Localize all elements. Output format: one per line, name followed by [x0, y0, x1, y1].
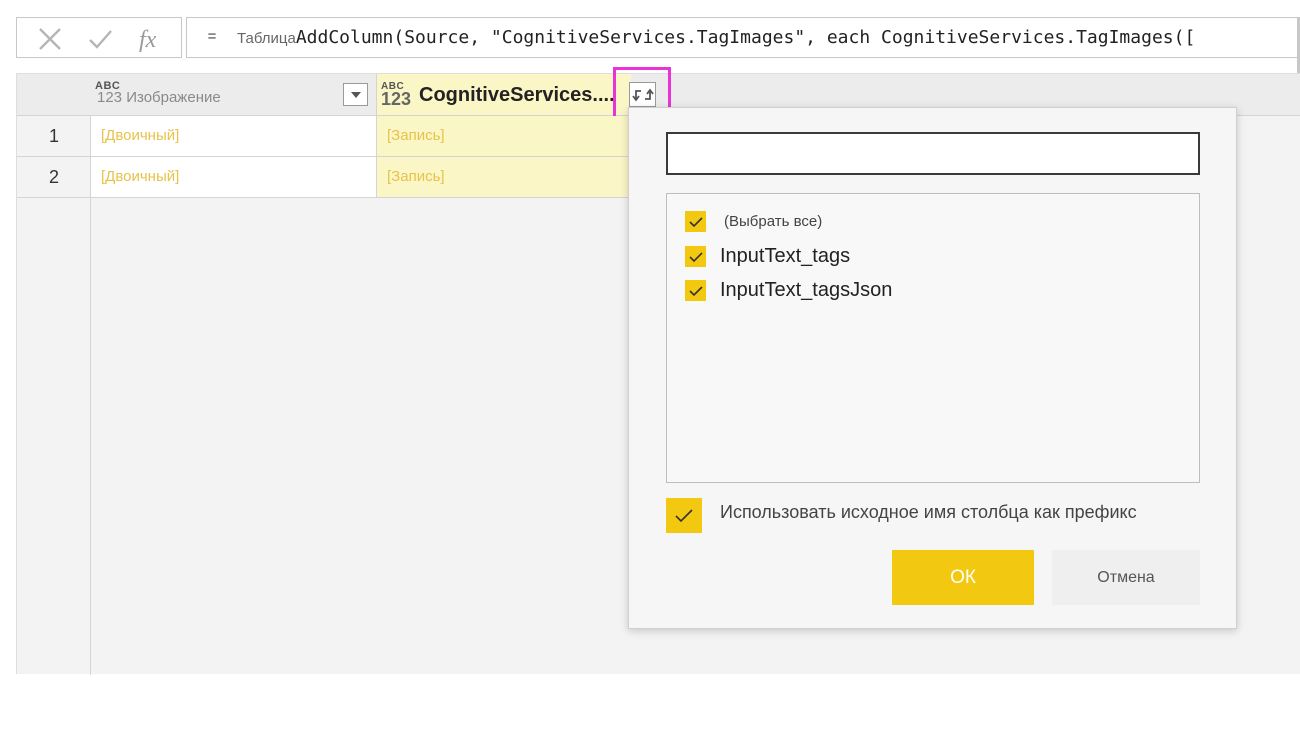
- list-item[interactable]: InputText_tags: [685, 245, 850, 268]
- function-icon[interactable]: fx: [137, 26, 167, 53]
- commit-formula-icon[interactable]: [85, 26, 115, 52]
- column-filter-button[interactable]: [343, 83, 368, 106]
- column-header-label: 123 Изображение: [97, 89, 221, 106]
- type-123-label: 123: [381, 89, 412, 109]
- column-header-cognitive-services[interactable]: ABC 123 CognitiveServices....: [377, 74, 631, 115]
- svg-text:fx: fx: [139, 27, 157, 53]
- checkbox[interactable]: [685, 280, 706, 301]
- formula-text[interactable]: Таблица AddColumn(Source, "CognitiveServi…: [237, 27, 1195, 48]
- checkmark-icon: [688, 251, 703, 262]
- column-list: (Выбрать все) InputText_tags InputText_t…: [666, 193, 1200, 483]
- row-number-column: [17, 116, 91, 675]
- expand-column-button[interactable]: [629, 82, 656, 107]
- formula-code: AddColumn(Source, "CognitiveServices.Tag…: [295, 27, 1196, 48]
- use-prefix-option[interactable]: Использовать исходное имя столбца как пр…: [666, 498, 1137, 533]
- expand-arrows-icon: [631, 88, 654, 101]
- column-name: Изображение: [126, 89, 221, 106]
- cancel-formula-icon[interactable]: [35, 26, 65, 52]
- type-123-label: 123: [97, 89, 123, 106]
- cell-value[interactable]: [Запись]: [387, 168, 445, 185]
- table-cell[interactable]: [Запись]: [377, 157, 631, 197]
- table-row: 2 [Двоичный] [Запись]: [17, 157, 631, 198]
- formula-prefix: Таблица: [237, 30, 296, 47]
- search-input[interactable]: [666, 132, 1200, 175]
- list-item-label: (Выбрать все): [724, 213, 823, 230]
- list-item[interactable]: InputText_tagsJson: [685, 279, 892, 302]
- column-header-image[interactable]: ABC 123 Изображение: [91, 74, 377, 115]
- equals-sign: =: [207, 29, 217, 46]
- checkmark-icon: [688, 285, 703, 296]
- cell-value[interactable]: [Запись]: [387, 127, 445, 144]
- ok-button[interactable]: ОК: [892, 550, 1034, 605]
- table-cell[interactable]: [Двоичный]: [91, 157, 377, 197]
- checkbox[interactable]: [685, 211, 706, 232]
- formula-buttons: fx: [16, 17, 182, 58]
- use-prefix-checkbox[interactable]: [666, 498, 702, 533]
- checkbox[interactable]: [685, 246, 706, 267]
- list-item-label: InputText_tags: [720, 245, 851, 267]
- table-row: 1 [Двоичный] [Запись]: [17, 116, 631, 157]
- use-prefix-label: Использовать исходное имя столбца как пр…: [720, 502, 1137, 522]
- checkmark-icon: [675, 508, 693, 522]
- formula-bar[interactable]: = Таблица AddColumn(Source, "CognitiveSer…: [186, 17, 1300, 58]
- checkmark-icon: [688, 216, 703, 227]
- table-cell[interactable]: [Запись]: [377, 116, 631, 156]
- cell-value[interactable]: [Двоичный]: [101, 168, 179, 185]
- chevron-down-icon: [350, 91, 361, 98]
- list-item-label: InputText_tagsJson: [720, 279, 893, 301]
- list-item-select-all[interactable]: (Выбрать все): [685, 211, 822, 232]
- table-cell[interactable]: [Двоичный]: [91, 116, 377, 156]
- cancel-button[interactable]: Отмена: [1052, 550, 1200, 605]
- column-name: CognitiveServices....: [419, 84, 615, 106]
- expand-column-popup: (Выбрать все) InputText_tags InputText_t…: [628, 107, 1237, 629]
- cell-value[interactable]: [Двоичный]: [101, 127, 179, 144]
